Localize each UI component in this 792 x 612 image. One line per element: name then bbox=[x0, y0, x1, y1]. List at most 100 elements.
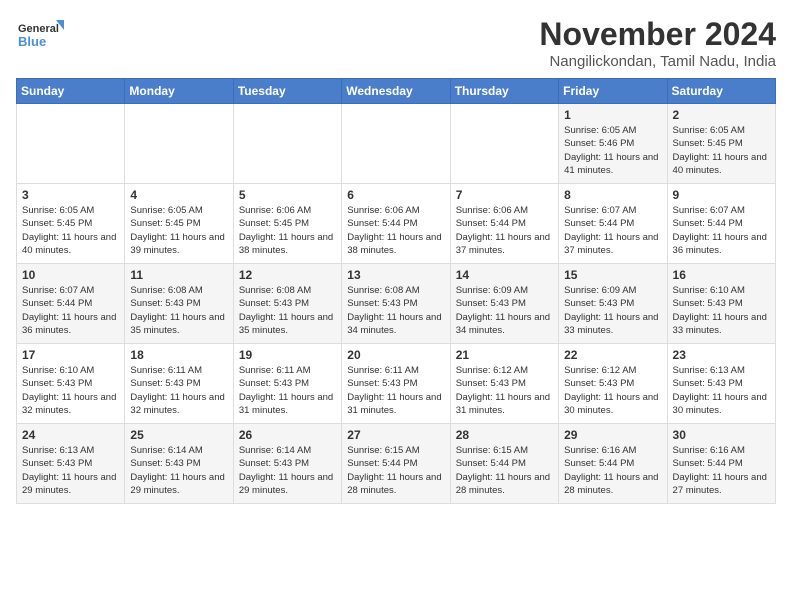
logo: General Blue bbox=[16, 16, 66, 58]
day-cell: 17Sunrise: 6:10 AM Sunset: 5:43 PM Dayli… bbox=[17, 344, 125, 424]
day-number: 24 bbox=[22, 428, 119, 442]
day-cell: 12 Sunrise: 6:08 AM Sunset: 5:43 PM Dayli… bbox=[233, 264, 341, 344]
day-info: Sunrise: 6:14 AM Sunset: 5:43 PM Dayligh… bbox=[130, 444, 227, 497]
day-info: Sunrise: 6:16 AM Sunset: 5:44 PM Dayligh… bbox=[673, 444, 770, 497]
day-info: Sunrise: 6:11 AM Sunset: 5:43 PM Dayligh… bbox=[239, 364, 336, 417]
day-cell: 28 Sunrise: 6:15 AM Sunset: 5:44 PM Dayli… bbox=[450, 424, 558, 504]
day-info: Sunrise: 6:13 AM Sunset: 5:43 PM Dayligh… bbox=[673, 364, 770, 417]
weekday-header-friday: Friday bbox=[559, 79, 667, 104]
day-cell: 30Sunrise: 6:16 AM Sunset: 5:44 PM Dayli… bbox=[667, 424, 775, 504]
day-number: 25 bbox=[130, 428, 227, 442]
day-cell: 5Sunrise: 6:06 AM Sunset: 5:45 PM Daylig… bbox=[233, 184, 341, 264]
day-cell bbox=[17, 104, 125, 184]
day-cell: 24 Sunrise: 6:13 AM Sunset: 5:43 PM Dayli… bbox=[17, 424, 125, 504]
day-cell: 1Sunrise: 6:05 AM Sunset: 5:46 PM Daylig… bbox=[559, 104, 667, 184]
day-cell: 3 Sunrise: 6:05 AM Sunset: 5:45 PM Daylig… bbox=[17, 184, 125, 264]
day-cell: 26 Sunrise: 6:14 AM Sunset: 5:43 PM Dayli… bbox=[233, 424, 341, 504]
day-number: 16 bbox=[673, 268, 770, 282]
weekday-header-wednesday: Wednesday bbox=[342, 79, 450, 104]
day-cell: 19 Sunrise: 6:11 AM Sunset: 5:43 PM Dayli… bbox=[233, 344, 341, 424]
day-info: Sunrise: 6:14 AM Sunset: 5:43 PM Dayligh… bbox=[239, 444, 336, 497]
day-info: Sunrise: 6:05 AM Sunset: 5:45 PM Dayligh… bbox=[130, 204, 227, 257]
day-info: Sunrise: 6:16 AM Sunset: 5:44 PM Dayligh… bbox=[564, 444, 661, 497]
weekday-header-saturday: Saturday bbox=[667, 79, 775, 104]
weekday-header-monday: Monday bbox=[125, 79, 233, 104]
day-info: Sunrise: 6:07 AM Sunset: 5:44 PM Dayligh… bbox=[564, 204, 661, 257]
day-number: 6 bbox=[347, 188, 444, 202]
day-cell: 16 Sunrise: 6:10 AM Sunset: 5:43 PM Dayli… bbox=[667, 264, 775, 344]
day-info: Sunrise: 6:06 AM Sunset: 5:45 PM Dayligh… bbox=[239, 204, 336, 257]
day-info: Sunrise: 6:09 AM Sunset: 5:43 PM Dayligh… bbox=[456, 284, 553, 337]
week-row-4: 17Sunrise: 6:10 AM Sunset: 5:43 PM Dayli… bbox=[17, 344, 776, 424]
day-number: 13 bbox=[347, 268, 444, 282]
day-info: Sunrise: 6:06 AM Sunset: 5:44 PM Dayligh… bbox=[347, 204, 444, 257]
day-number: 18 bbox=[130, 348, 227, 362]
day-number: 14 bbox=[456, 268, 553, 282]
day-number: 15 bbox=[564, 268, 661, 282]
day-cell: 22 Sunrise: 6:12 AM Sunset: 5:43 PM Dayli… bbox=[559, 344, 667, 424]
day-info: Sunrise: 6:05 AM Sunset: 5:45 PM Dayligh… bbox=[22, 204, 119, 257]
day-cell: 25 Sunrise: 6:14 AM Sunset: 5:43 PM Dayli… bbox=[125, 424, 233, 504]
day-info: Sunrise: 6:15 AM Sunset: 5:44 PM Dayligh… bbox=[347, 444, 444, 497]
day-cell: 8 Sunrise: 6:07 AM Sunset: 5:44 PM Daylig… bbox=[559, 184, 667, 264]
day-number: 12 bbox=[239, 268, 336, 282]
day-number: 11 bbox=[130, 268, 227, 282]
day-info: Sunrise: 6:07 AM Sunset: 5:44 PM Dayligh… bbox=[22, 284, 119, 337]
day-cell bbox=[450, 104, 558, 184]
day-cell: 6 Sunrise: 6:06 AM Sunset: 5:44 PM Daylig… bbox=[342, 184, 450, 264]
calendar-table: SundayMondayTuesdayWednesdayThursdayFrid… bbox=[16, 78, 776, 504]
day-number: 27 bbox=[347, 428, 444, 442]
day-number: 26 bbox=[239, 428, 336, 442]
weekday-header-row: SundayMondayTuesdayWednesdayThursdayFrid… bbox=[17, 79, 776, 104]
location: Nangilickondan, Tamil Nadu, India bbox=[539, 53, 776, 70]
day-number: 29 bbox=[564, 428, 661, 442]
day-cell: 2 Sunrise: 6:05 AM Sunset: 5:45 PM Daylig… bbox=[667, 104, 775, 184]
day-info: Sunrise: 6:11 AM Sunset: 5:43 PM Dayligh… bbox=[130, 364, 227, 417]
day-cell: 11Sunrise: 6:08 AM Sunset: 5:43 PM Dayli… bbox=[125, 264, 233, 344]
day-info: Sunrise: 6:05 AM Sunset: 5:46 PM Dayligh… bbox=[564, 124, 661, 177]
day-cell: 4 Sunrise: 6:05 AM Sunset: 5:45 PM Daylig… bbox=[125, 184, 233, 264]
logo-svg: General Blue bbox=[16, 16, 66, 58]
day-info: Sunrise: 6:12 AM Sunset: 5:43 PM Dayligh… bbox=[564, 364, 661, 417]
day-number: 19 bbox=[239, 348, 336, 362]
day-info: Sunrise: 6:08 AM Sunset: 5:43 PM Dayligh… bbox=[347, 284, 444, 337]
day-cell bbox=[342, 104, 450, 184]
day-cell: 23 Sunrise: 6:13 AM Sunset: 5:43 PM Dayli… bbox=[667, 344, 775, 424]
day-cell: 14 Sunrise: 6:09 AM Sunset: 5:43 PM Dayli… bbox=[450, 264, 558, 344]
day-info: Sunrise: 6:10 AM Sunset: 5:43 PM Dayligh… bbox=[673, 284, 770, 337]
day-number: 10 bbox=[22, 268, 119, 282]
day-number: 20 bbox=[347, 348, 444, 362]
day-number: 3 bbox=[22, 188, 119, 202]
day-number: 2 bbox=[673, 108, 770, 122]
day-info: Sunrise: 6:06 AM Sunset: 5:44 PM Dayligh… bbox=[456, 204, 553, 257]
day-cell: 18 Sunrise: 6:11 AM Sunset: 5:43 PM Dayli… bbox=[125, 344, 233, 424]
day-number: 22 bbox=[564, 348, 661, 362]
day-info: Sunrise: 6:10 AM Sunset: 5:43 PM Dayligh… bbox=[22, 364, 119, 417]
day-info: Sunrise: 6:08 AM Sunset: 5:43 PM Dayligh… bbox=[239, 284, 336, 337]
day-info: Sunrise: 6:12 AM Sunset: 5:43 PM Dayligh… bbox=[456, 364, 553, 417]
day-cell: 29 Sunrise: 6:16 AM Sunset: 5:44 PM Dayli… bbox=[559, 424, 667, 504]
day-number: 28 bbox=[456, 428, 553, 442]
day-info: Sunrise: 6:09 AM Sunset: 5:43 PM Dayligh… bbox=[564, 284, 661, 337]
week-row-5: 24 Sunrise: 6:13 AM Sunset: 5:43 PM Dayli… bbox=[17, 424, 776, 504]
day-info: Sunrise: 6:07 AM Sunset: 5:44 PM Dayligh… bbox=[673, 204, 770, 257]
week-row-1: 1Sunrise: 6:05 AM Sunset: 5:46 PM Daylig… bbox=[17, 104, 776, 184]
day-number: 4 bbox=[130, 188, 227, 202]
day-cell: 20Sunrise: 6:11 AM Sunset: 5:43 PM Dayli… bbox=[342, 344, 450, 424]
weekday-header-sunday: Sunday bbox=[17, 79, 125, 104]
title-area: November 2024 Nangilickondan, Tamil Nadu… bbox=[539, 16, 776, 70]
weekday-header-tuesday: Tuesday bbox=[233, 79, 341, 104]
day-number: 8 bbox=[564, 188, 661, 202]
weekday-header-thursday: Thursday bbox=[450, 79, 558, 104]
day-cell: 10 Sunrise: 6:07 AM Sunset: 5:44 PM Dayli… bbox=[17, 264, 125, 344]
day-number: 23 bbox=[673, 348, 770, 362]
week-row-2: 3 Sunrise: 6:05 AM Sunset: 5:45 PM Daylig… bbox=[17, 184, 776, 264]
day-info: Sunrise: 6:05 AM Sunset: 5:45 PM Dayligh… bbox=[673, 124, 770, 177]
month-title: November 2024 bbox=[539, 16, 776, 53]
day-cell: 7Sunrise: 6:06 AM Sunset: 5:44 PM Daylig… bbox=[450, 184, 558, 264]
day-number: 21 bbox=[456, 348, 553, 362]
day-cell: 9Sunrise: 6:07 AM Sunset: 5:44 PM Daylig… bbox=[667, 184, 775, 264]
day-info: Sunrise: 6:13 AM Sunset: 5:43 PM Dayligh… bbox=[22, 444, 119, 497]
day-info: Sunrise: 6:15 AM Sunset: 5:44 PM Dayligh… bbox=[456, 444, 553, 497]
day-cell bbox=[125, 104, 233, 184]
